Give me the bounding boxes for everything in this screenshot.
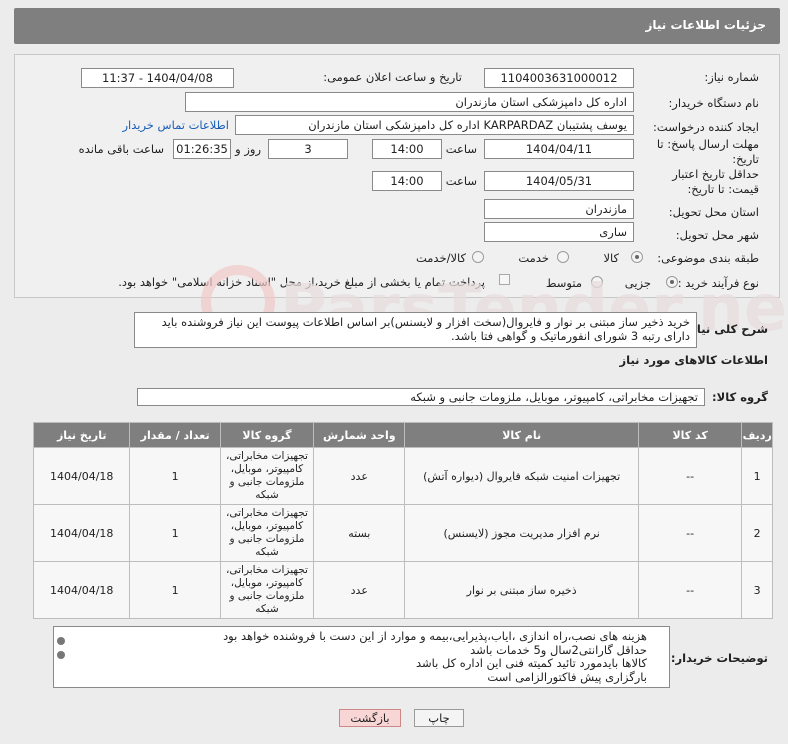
table-row: 3 -- ذخیره ساز مبتنی بر نوار عدد تجهیزات… — [32, 561, 773, 619]
buyer-org-field: اداره کل دامپزشکی استان مازندران — [185, 92, 634, 112]
buyer-org-label: نام دستگاه خریدار: — [668, 96, 759, 110]
price-validity-label: حداقل تاریخ اعتبار قیمت: تا تاریخ: — [672, 167, 759, 196]
back-button[interactable]: بازگشت — [339, 709, 401, 727]
category-radio-goods[interactable] — [631, 251, 643, 263]
note-line: حداقل گارانتی2سال و5 خدمات باشد — [470, 642, 647, 657]
process-radio-small[interactable] — [666, 276, 678, 288]
item-qty: 1 — [129, 504, 221, 562]
goods-group-label: گروه کالا: — [712, 390, 768, 404]
col-header-row: ردیف — [741, 422, 773, 448]
item-group: تجهیزات مخابراتی، کامپیوتر، موبایل، ملزو… — [219, 504, 315, 562]
province-field: مازندران — [484, 199, 634, 219]
table-row: 2 -- نرم افزار مدیریت مجوز (لایسنس) بسته… — [32, 504, 773, 562]
city-label: شهر محل تحویل: — [675, 228, 759, 242]
col-header-group: گروه کالا — [219, 422, 315, 448]
item-name: تجهیزات امنیت شبکه فایروال (دیواره آتش) — [404, 447, 639, 505]
item-group: تجهیزات مخابراتی، کامپیوتر، موبایل، ملزو… — [219, 447, 315, 505]
item-date: 1404/04/18 — [32, 561, 131, 619]
row-number: 3 — [741, 561, 773, 619]
col-header-qty: تعداد / مقدار — [129, 422, 221, 448]
col-header-code: کد کالا — [637, 422, 743, 448]
item-name: نرم افزار مدیریت مجوز (لایسنس) — [404, 504, 639, 562]
item-date: 1404/04/18 — [32, 504, 131, 562]
reply-time-label: ساعت — [445, 142, 477, 156]
price-time-field: 14:00 — [372, 171, 442, 191]
process-label: نوع فرآیند خرید : — [677, 276, 759, 290]
item-name: ذخیره ساز مبتنی بر نوار — [404, 561, 639, 619]
price-time-label: ساعت — [445, 174, 477, 188]
category-option-service: خدمت — [518, 251, 549, 265]
col-header-unit: واحد شمارش — [313, 422, 406, 448]
details-panel: شماره نیاز: 1104003631000012 تاریخ و ساع… — [14, 54, 780, 298]
goods-table: ردیف کد کالا نام کالا واحد شمارش گروه کا… — [32, 422, 773, 619]
creator-label: ایجاد کننده درخواست: — [653, 120, 759, 134]
table-row: 1 -- تجهیزات امنیت شبکه فایروال (دیواره … — [32, 447, 773, 505]
goods-section-title: اطلاعات کالاهای مورد نیاز — [619, 353, 768, 367]
contact-buyer-link[interactable]: اطلاعات تماس خریدار — [122, 118, 229, 132]
item-unit: عدد — [313, 561, 406, 619]
process-option-medium: متوسط — [545, 276, 582, 290]
goods-group-field: تجهیزات مخابراتی، کامپیوتر، موبایل، ملزو… — [137, 388, 705, 406]
announce-datetime-field: 1404/04/08 - 11:37 — [81, 68, 234, 88]
days-label: روز و — [235, 142, 261, 156]
item-code: -- — [637, 561, 743, 619]
buyer-notes-box: هزینه های نصب،راه اندازی ،ایاب،پذیرایی،ب… — [53, 626, 670, 688]
process-option-small: جزیی — [624, 276, 651, 290]
page-header: جزئیات اطلاعات نیاز — [14, 8, 780, 44]
price-date-field: 1404/05/31 — [484, 171, 634, 191]
item-date: 1404/04/18 — [32, 447, 131, 505]
treasury-payment-note: پرداخت تمام یا بخشی از مبلغ خرید،از محل … — [118, 275, 485, 289]
time-remaining-label: ساعت باقی مانده — [78, 142, 164, 156]
description-text: خرید ذخیر ساز مبتنی بر نوار و فایروال(سخ… — [134, 312, 697, 348]
print-button[interactable]: چاپ — [414, 709, 464, 727]
province-label: استان محل تحویل: — [668, 205, 759, 219]
category-option-both: کالا/خدمت — [415, 251, 466, 265]
col-header-date: تاریخ نیاز — [32, 422, 131, 448]
category-option-goods: کالا — [603, 251, 619, 265]
city-field: ساری — [484, 222, 634, 242]
item-unit: عدد — [313, 447, 406, 505]
notes-scrollbar[interactable] — [57, 637, 65, 665]
row-number: 2 — [741, 504, 773, 562]
item-group: تجهیزات مخابراتی، کامپیوتر، موبایل، ملزو… — [219, 561, 315, 619]
category-radio-both[interactable] — [472, 251, 484, 263]
item-code: -- — [637, 447, 743, 505]
creator-field: یوسف پشتیبان KARPARDAZ اداره کل دامپزشکی… — [235, 115, 634, 135]
goods-table-header: ردیف کد کالا نام کالا واحد شمارش گروه کا… — [32, 422, 773, 448]
note-line: بارگزاری پیش فاکتورالزامی است — [487, 669, 647, 684]
item-qty: 1 — [129, 561, 221, 619]
page-title: جزئیات اطلاعات نیاز — [645, 18, 766, 32]
need-number-label: شماره نیاز: — [704, 70, 759, 84]
note-line: کالاها بایدمورد تائید کمیته فنی این ادار… — [415, 656, 647, 670]
days-remaining-field: 3 — [268, 139, 348, 159]
buyer-notes-label: توضیحات خریدار: — [670, 651, 768, 665]
item-code: -- — [637, 504, 743, 562]
category-label: طبقه بندی موضوعی: — [657, 251, 759, 265]
row-number: 1 — [741, 447, 773, 505]
item-qty: 1 — [129, 447, 221, 505]
item-unit: بسته — [313, 504, 406, 562]
category-radio-service[interactable] — [557, 251, 569, 263]
announce-label: تاریخ و ساعت اعلان عمومی: — [323, 70, 462, 84]
time-remaining-field: 01:26:35 — [173, 139, 231, 159]
description-label: شرح کلی نیاز: — [685, 322, 768, 336]
reply-time-field: 14:00 — [372, 139, 442, 159]
process-radio-medium[interactable] — [591, 276, 603, 288]
need-number-field: 1104003631000012 — [484, 68, 634, 88]
col-header-name: نام کالا — [404, 422, 639, 448]
reply-date-field: 1404/04/11 — [484, 139, 634, 159]
treasury-payment-checkbox[interactable] — [499, 274, 510, 285]
reply-deadline-label: مهلت ارسال پاسخ: تا تاریخ: — [656, 137, 759, 166]
note-line: هزینه های نصب،راه اندازی ،ایاب،پذیرایی،ب… — [223, 629, 647, 643]
